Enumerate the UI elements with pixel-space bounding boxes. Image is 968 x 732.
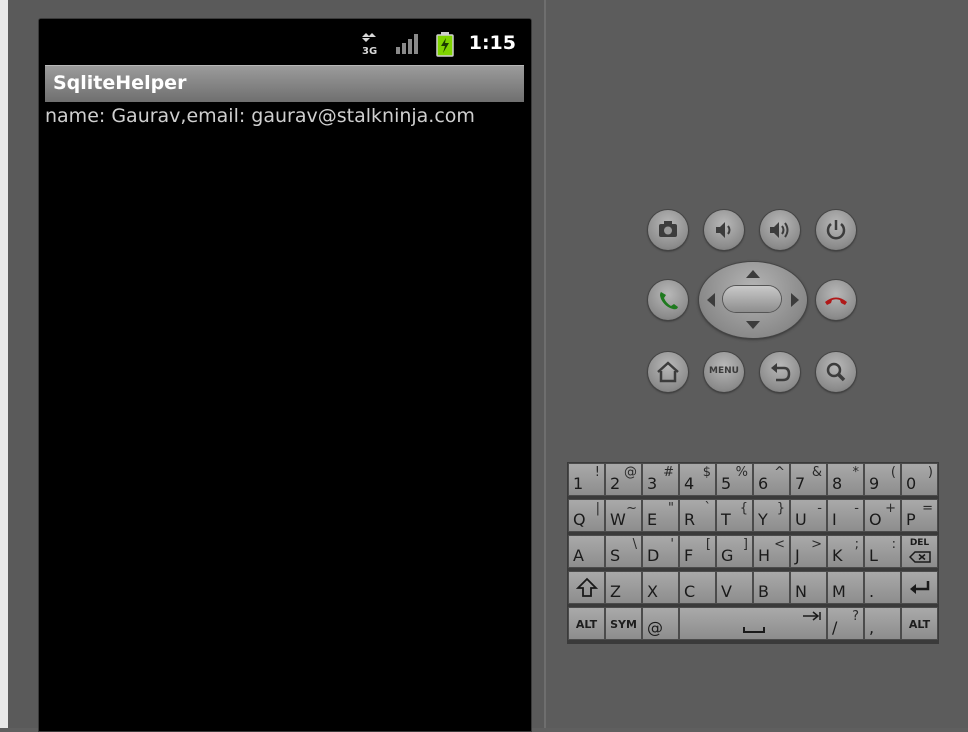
dpad[interactable] [699,262,807,338]
key-9[interactable]: 9( [864,463,901,496]
tab-icon [803,611,821,621]
search-button[interactable] [816,352,856,392]
key-n[interactable]: N [790,571,827,604]
camera-icon [659,221,677,237]
key-s[interactable]: S \ [605,535,642,568]
key-j[interactable]: J > [790,535,827,568]
call-button[interactable] [648,280,688,320]
menu-button[interactable]: MENU [704,352,744,392]
key-x[interactable]: X [642,571,679,604]
del-label: DEL [909,538,930,548]
key-del[interactable]: DEL [901,535,938,568]
dpad-center-button[interactable] [723,286,781,312]
key-sym[interactable]: SYM [605,607,642,640]
data-3g-icon: 3G [362,33,377,56]
key-w[interactable]: W ~ [605,499,642,532]
key-alt-right[interactable]: ALT [901,607,938,640]
key-g[interactable]: G] [716,535,753,568]
key-2[interactable]: 2 @ [605,463,642,496]
key-m[interactable]: M [827,571,864,604]
emulator-body: 3G 1:15 SqliteHelper name: Gaurav,email:… [8,0,546,732]
home-button[interactable] [648,352,688,392]
key-0[interactable]: 0) [901,463,938,496]
key-5[interactable]: 5% [716,463,753,496]
key-e[interactable]: E " [642,499,679,532]
dpad-down-icon[interactable] [746,321,760,329]
key-enter[interactable] [901,571,938,604]
status-time: 1:15 [468,32,516,54]
menu-label: MENU [709,366,739,376]
key-l[interactable]: L: [864,535,901,568]
volume-down-button[interactable] [704,210,744,250]
key-shift[interactable] [568,571,605,604]
call-icon [660,292,678,310]
shift-icon [576,577,598,597]
back-button[interactable] [760,352,800,392]
app-title: SqliteHelper [53,72,187,94]
back-icon [771,363,791,382]
key-4[interactable]: 4 $ [679,463,716,496]
battery-charging-icon [436,32,454,57]
key-p[interactable]: P = [901,499,938,532]
key-q[interactable]: Q | [568,499,605,532]
key-r[interactable]: R ` [679,499,716,532]
key-z[interactable]: Z [605,571,642,604]
status-bar: 3G 1:15 [39,19,531,63]
dpad-right-icon[interactable] [791,293,799,307]
signal-strength-icon [396,34,418,54]
key-u[interactable]: U- [790,499,827,532]
power-button[interactable] [816,210,856,250]
key-f[interactable]: F[ [679,535,716,568]
app-title-bar: SqliteHelper [45,65,524,102]
key-b[interactable]: B [753,571,790,604]
key-7[interactable]: 7 & [790,463,827,496]
key-period[interactable]: . [864,571,901,604]
backspace-icon [909,551,931,563]
key-comma[interactable]: , [864,607,901,640]
key-i[interactable]: I- [827,499,864,532]
key-d[interactable]: D ' [642,535,679,568]
end-call-icon [825,297,847,305]
volume-up-button[interactable] [760,210,800,250]
key-slash[interactable]: /? [827,607,864,640]
key-1[interactable]: 1! [568,463,605,496]
keyboard: 1! 2 @ 3 # 4 $ 5% 6 ^ 7 & 8 * 9( 0) Q | W ~ E " R… [567,462,939,644]
key-v[interactable]: V [716,571,753,604]
key-o[interactable]: O + [864,499,901,532]
key-k[interactable]: K; [827,535,864,568]
dpad-up-icon[interactable] [746,270,760,278]
network-type-label: 3G [362,46,377,56]
key-h[interactable]: H < [753,535,790,568]
enter-icon [910,581,930,594]
volume-down-icon [716,222,731,238]
camera-button[interactable] [648,210,688,250]
key-a[interactable]: A [568,535,605,568]
key-c[interactable]: C [679,571,716,604]
key-8[interactable]: 8 * [827,463,864,496]
device-screen[interactable]: 3G 1:15 SqliteHelper name: Gaurav,email:… [38,18,532,732]
key-6[interactable]: 6 ^ [753,463,790,496]
volume-up-icon [770,222,789,238]
power-icon [826,220,846,240]
home-icon [657,361,679,383]
key-t[interactable]: T{ [716,499,753,532]
key-y[interactable]: Y} [753,499,790,532]
key-space[interactable] [679,607,827,640]
key-at[interactable]: @ [642,607,679,640]
record-text: name: Gaurav,email: gaurav@stalkninja.co… [45,105,475,127]
key-3[interactable]: 3 # [642,463,679,496]
dpad-left-icon[interactable] [707,293,715,307]
space-icon [743,627,765,633]
end-call-button[interactable] [816,280,856,320]
search-icon [826,362,846,382]
key-alt-left[interactable]: ALT [568,607,605,640]
